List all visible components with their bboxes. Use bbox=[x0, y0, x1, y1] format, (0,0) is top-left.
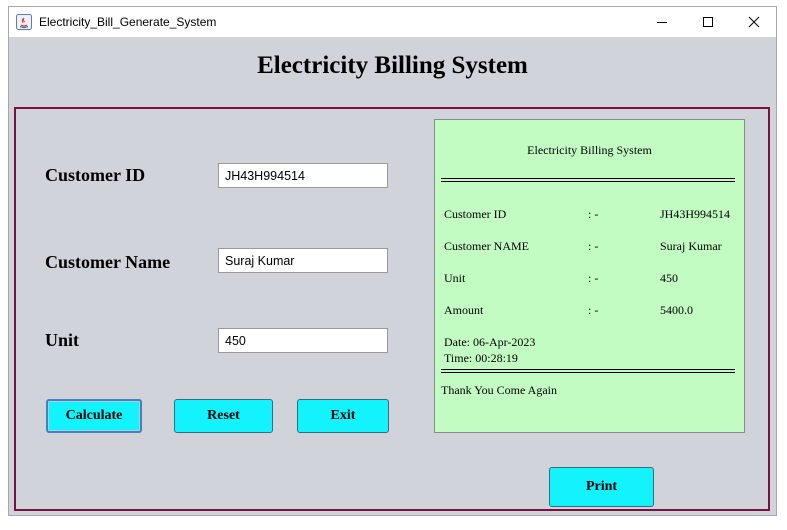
window-title: Electricity_Bill_Generate_System bbox=[39, 15, 217, 29]
receipt-time: Time: 00:28:19 bbox=[444, 351, 518, 365]
bill-receipt: Electricity Billing System Customer ID :… bbox=[434, 119, 745, 433]
minimize-icon bbox=[657, 22, 667, 23]
customer-id-input[interactable] bbox=[218, 163, 388, 188]
reset-button[interactable]: Reset bbox=[174, 399, 273, 433]
unit-label: Unit bbox=[45, 330, 80, 350]
close-icon bbox=[748, 16, 760, 28]
page-title: Electricity Billing System bbox=[257, 52, 528, 79]
customer-name-label: Customer Name bbox=[45, 252, 171, 272]
receipt-row-sep: : - bbox=[588, 239, 599, 253]
receipt-row-sep: : - bbox=[588, 303, 599, 317]
receipt-row-value: 450 bbox=[660, 271, 678, 285]
close-button[interactable] bbox=[731, 7, 777, 37]
maximize-button[interactable] bbox=[685, 7, 731, 37]
receipt-row-label: Amount bbox=[444, 303, 484, 317]
receipt-row-sep: : - bbox=[588, 271, 599, 285]
receipt-row-sep: : - bbox=[588, 207, 599, 221]
unit-input[interactable] bbox=[218, 328, 388, 353]
exit-button[interactable]: Exit bbox=[297, 399, 389, 433]
receipt-title: Electricity Billing System bbox=[527, 143, 652, 157]
receipt-divider-top bbox=[441, 178, 735, 182]
java-icon bbox=[16, 14, 32, 30]
receipt-row-label: Unit bbox=[444, 271, 466, 285]
receipt-footer: Thank You Come Again bbox=[441, 383, 558, 397]
receipt-row-value: 5400.0 bbox=[660, 303, 693, 317]
receipt-row-value: Suraj Kumar bbox=[660, 239, 722, 253]
receipt-row-label: Customer ID bbox=[444, 207, 507, 221]
title-bar: Electricity_Bill_Generate_System bbox=[9, 7, 776, 37]
receipt-row-label: Customer NAME bbox=[444, 239, 529, 253]
customer-name-input[interactable] bbox=[218, 248, 388, 273]
receipt-divider-bottom bbox=[441, 369, 735, 373]
customer-id-label: Customer ID bbox=[45, 165, 146, 185]
calculate-button[interactable]: Calculate bbox=[46, 399, 142, 433]
receipt-date: Date: 06-Apr-2023 bbox=[444, 335, 536, 349]
app-window: Electricity_Bill_Generate_System Electri… bbox=[8, 6, 777, 516]
maximize-icon bbox=[703, 17, 713, 27]
receipt-row-value: JH43H994514 bbox=[660, 207, 731, 221]
print-button[interactable]: Print bbox=[549, 467, 654, 507]
minimize-button[interactable] bbox=[639, 7, 685, 37]
